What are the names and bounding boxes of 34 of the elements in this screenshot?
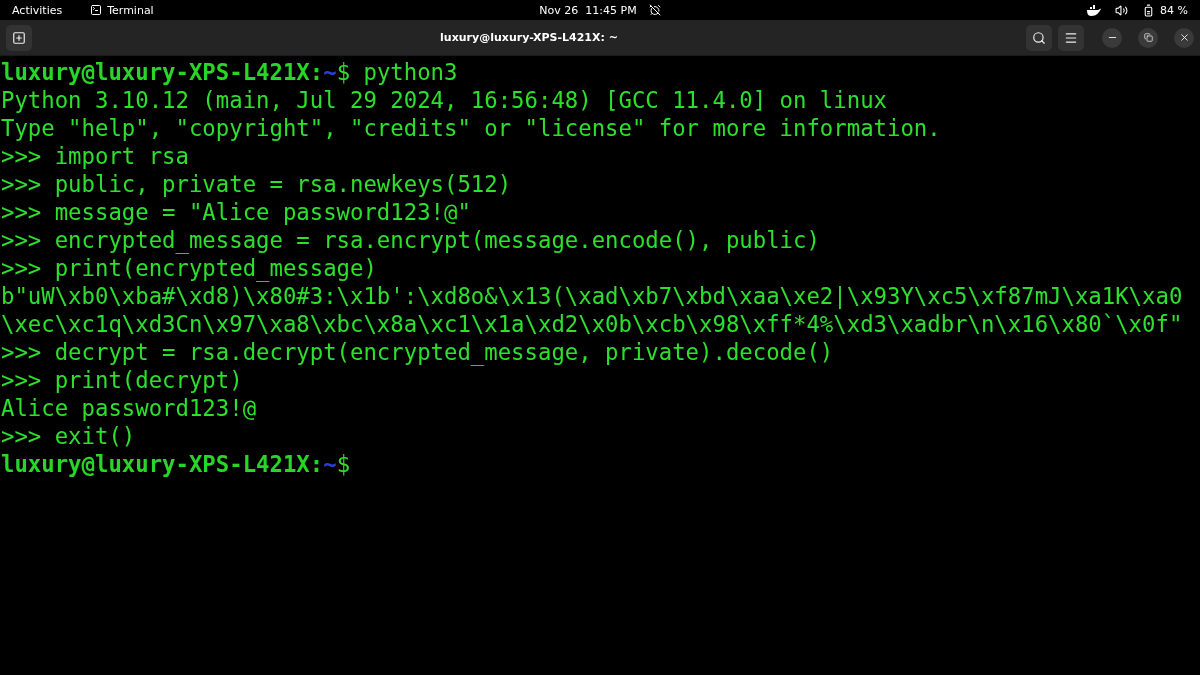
output-line: Alice password123!@ [1,394,258,422]
new-tab-button[interactable] [6,24,32,51]
prompt-line: luxury@luxury-XPS-L421X:~$ python3 [1,58,459,86]
search-icon [1032,30,1046,45]
menu-icon [1064,30,1078,45]
close-button[interactable] [1174,27,1194,48]
alarm-icon [648,4,661,16]
output-line: Type "help", "copyright", "credits" or "license" for more information. [1,114,942,142]
volume-icon[interactable] [1115,3,1129,17]
menu-button[interactable] [1058,24,1084,51]
close-icon [1178,32,1190,43]
output-line: >>> encrypted_message = rsa.encrypt(message.encode(), public) [1,226,821,254]
output-line: \xec\xc1q\xd3Cn\x97\xa8\xbc\x8a\xc1\x1a\xd2\x0b\xcb\x98\xff*4%\xd3\xadbr\n\x16\x80`\x0f" [1,310,1184,338]
activities-button[interactable]: Activities [12,3,63,17]
app-name[interactable]: Terminal [107,3,154,17]
prompt-line: luxury@luxury-XPS-L421X:~$ [1,450,352,478]
output-line: >>> import rsa [1,142,190,170]
output-line: b"uW\xb0\xba#\xd8)\x80#3:\x1b':\xd8o&\x13(\xad\xb7\xbd\xaa\xe2|\x93Y\xc5\xf87mJ\xa1K\xa0 [1,282,1184,310]
output-line: >>> print(encrypted_message) [1,254,378,282]
terminal-icon [90,4,103,16]
output-line: >>> exit() [1,422,137,450]
battery-percent: 84 % [1160,3,1188,17]
new-tab-icon [12,30,26,45]
restore-icon [1143,33,1153,42]
output-line: >>> public, private = rsa.newkeys(512) [1,170,513,198]
clock[interactable]: Nov 26 11:45 PM [539,3,637,17]
output-line: >>> message = "Alice password123!@" [1,198,472,226]
maximize-button[interactable] [1138,27,1158,48]
output-line: >>> print(decrypt) [1,366,244,394]
output-line: Python 3.10.12 (main, Jul 29 2024, 16:56:48) [GCC 11.4.0] on linux [1,86,888,114]
whale-icon[interactable] [1087,4,1102,16]
window-title: luxury@luxury-XPS-L421X: ~ [439,31,619,44]
output-line: >>> decrypt = rsa.decrypt(encrypted_message, private).decode() [1,338,835,366]
search-button[interactable] [1026,24,1052,51]
